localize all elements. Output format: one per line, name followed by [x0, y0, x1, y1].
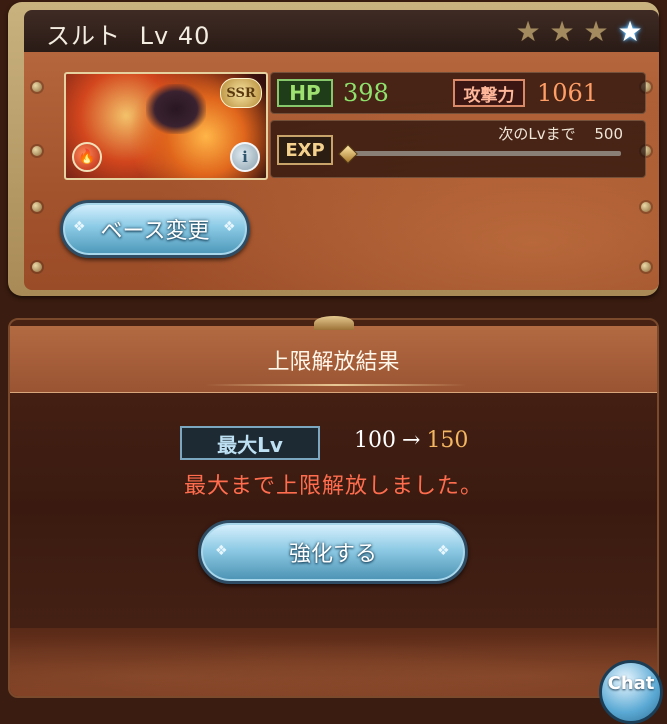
portrait-shadow	[146, 84, 206, 134]
chat-label: Chat	[607, 673, 655, 694]
attack-value: 1061	[537, 79, 599, 107]
result-title: 上限解放結果	[267, 350, 400, 375]
fire-element-icon: 🔥	[72, 142, 102, 172]
stats-panel: HP 398 攻撃力 1061	[270, 72, 646, 114]
base-change-label: ベース変更	[100, 219, 210, 244]
header-divider	[206, 384, 466, 386]
rivet-icon	[32, 202, 42, 212]
rivet-icon	[32, 82, 42, 92]
result-header: 上限解放結果	[10, 316, 657, 393]
character-card: スルト Lv 40 ★ ★ ★ ★ SSR 🔥 i HP 398 攻撃力 106…	[8, 2, 659, 296]
level-to: 150	[426, 428, 469, 453]
ornament-icon: ❖	[223, 219, 236, 235]
star-blue-icon: ★	[617, 15, 643, 48]
star-icon: ★	[583, 15, 609, 48]
next-level-info: 次のLvまで 500	[498, 123, 623, 144]
character-portrait[interactable]: SSR 🔥 i	[64, 72, 268, 180]
decorative-footer	[10, 628, 657, 696]
ornament-icon: ❖	[73, 219, 86, 235]
max-level-label: 最大Lv	[180, 426, 320, 460]
next-level-value: 500	[594, 125, 623, 143]
header-ornament-icon	[314, 316, 354, 330]
base-change-button[interactable]: ❖ ベース変更 ❖	[60, 200, 250, 258]
rivet-icon	[32, 146, 42, 156]
level-from: 100	[354, 428, 396, 453]
limit-break-result-dialog: 上限解放結果 最大Lv 100 → 150 最大まで上限解放しました。 ❖ 強化する…	[8, 316, 659, 698]
star-icon: ★	[549, 15, 575, 48]
star-icon: ★	[515, 15, 541, 48]
enhance-label: 強化する	[288, 542, 377, 567]
enhance-button[interactable]: ❖ 強化する ❖	[198, 520, 468, 584]
result-message: 最大まで上限解放しました。	[183, 474, 483, 499]
ssr-badge: SSR	[220, 78, 262, 108]
attack-label: 攻撃力	[453, 79, 525, 107]
hp-label: HP	[277, 79, 333, 107]
rivet-icon	[641, 202, 651, 212]
rivet-icon	[32, 262, 42, 272]
info-icon[interactable]: i	[230, 142, 260, 172]
rivet-icon	[641, 262, 651, 272]
character-title-bar: スルト Lv 40 ★ ★ ★ ★	[24, 10, 659, 52]
hp-value: 398	[343, 79, 389, 107]
exp-marker-icon	[338, 144, 358, 164]
ornament-icon: ❖	[215, 543, 228, 559]
exp-label: EXP	[277, 135, 333, 165]
character-name: スルト	[46, 22, 121, 50]
arrow-right-icon: →	[402, 428, 421, 453]
next-level-label: 次のLvまで	[498, 125, 576, 143]
exp-panel: EXP 次のLvまで 500	[270, 120, 646, 178]
rarity-stars: ★ ★ ★ ★	[513, 17, 645, 47]
character-level: Lv 40	[139, 22, 211, 50]
character-name-level: スルト Lv 40	[46, 16, 210, 51]
character-card-body: SSR 🔥 i HP 398 攻撃力 1061 EXP 次のLvまで 500 ❖…	[24, 52, 659, 290]
level-change: 100 → 150	[354, 428, 468, 453]
ornament-icon: ❖	[437, 543, 450, 559]
exp-progress-bar	[349, 151, 621, 156]
chat-button[interactable]: Chat	[599, 660, 663, 724]
